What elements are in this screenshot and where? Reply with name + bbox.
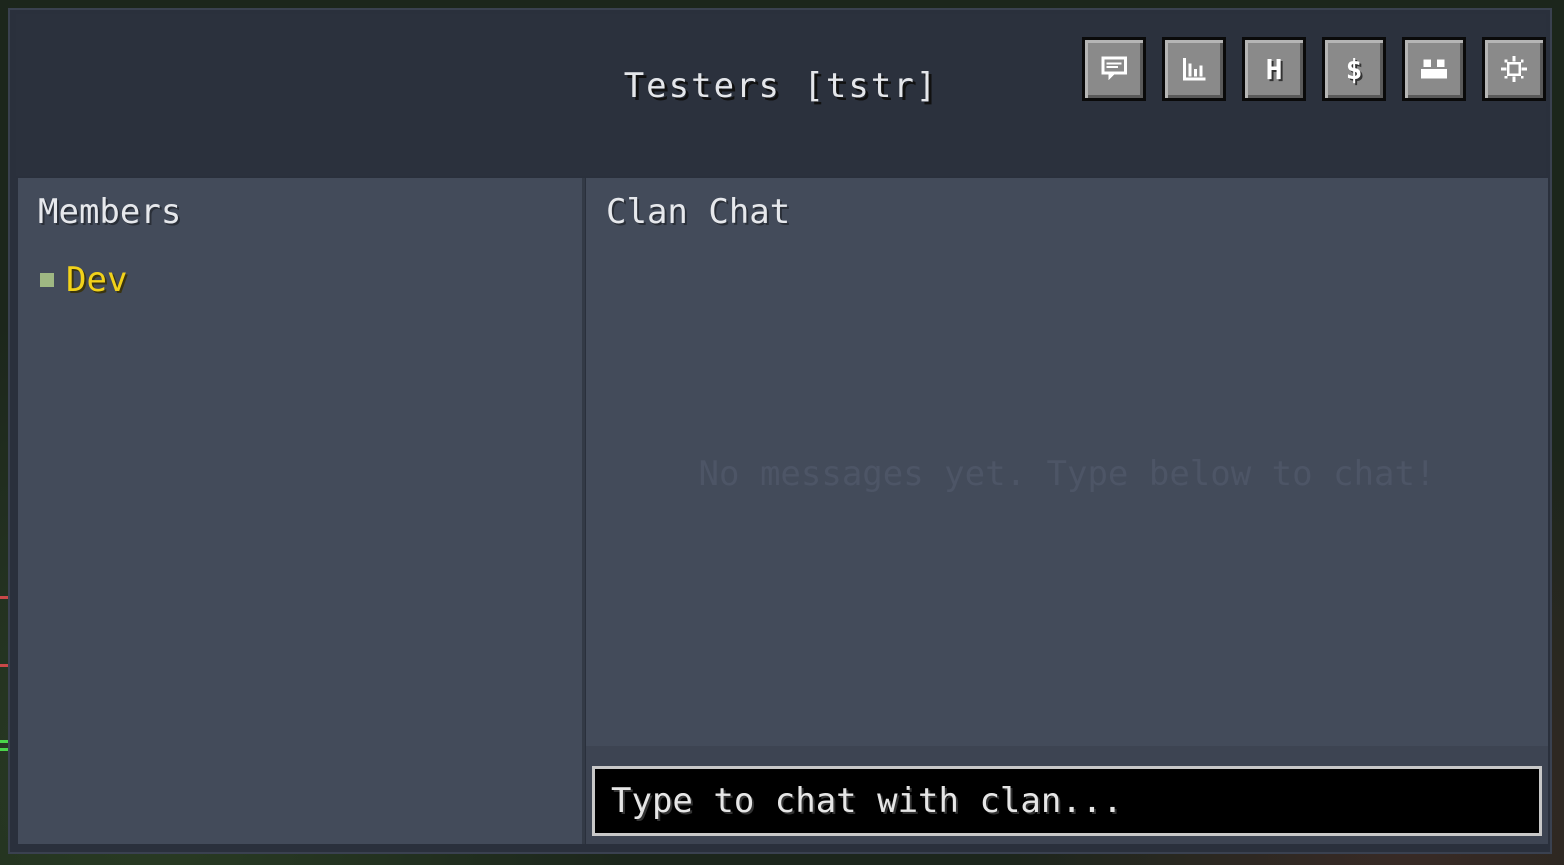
chat-bubble-icon: [1101, 56, 1127, 81]
online-status-icon: [40, 273, 54, 287]
stats-button[interactable]: [1162, 37, 1226, 101]
clan-window: Testers [tstr] H $ Members Dev Clan Chat…: [8, 8, 1552, 854]
member-name: Dev: [66, 260, 128, 300]
clan-header: Testers [tstr] H $: [16, 14, 1546, 176]
members-panel: Members Dev: [18, 178, 585, 844]
clan-toolbar: H $: [1082, 37, 1546, 101]
bank-button[interactable]: $: [1322, 37, 1386, 101]
member-item[interactable]: Dev: [40, 260, 127, 300]
background-marker: [0, 664, 8, 667]
letter-h-icon: H: [1265, 52, 1283, 86]
chat-button[interactable]: [1082, 37, 1146, 101]
background-marker: [0, 740, 8, 743]
chat-panel: Clan Chat No messages yet. Type below to…: [586, 178, 1548, 844]
members-button[interactable]: [1402, 37, 1466, 101]
background-marker: [0, 596, 8, 599]
dollar-icon: $: [1345, 52, 1363, 86]
gear-icon: [1500, 55, 1528, 83]
bar-chart-icon: [1182, 57, 1206, 81]
chat-input[interactable]: [592, 766, 1542, 836]
home-button[interactable]: H: [1242, 37, 1306, 101]
settings-button[interactable]: [1482, 37, 1546, 101]
empty-chat-message: No messages yet. Type below to chat!: [698, 454, 1436, 494]
chat-title: Clan Chat: [606, 192, 791, 232]
chat-input-area: [586, 746, 1548, 844]
background-marker: [0, 748, 8, 751]
members-title: Members: [38, 192, 182, 232]
people-icon: [1420, 59, 1448, 79]
